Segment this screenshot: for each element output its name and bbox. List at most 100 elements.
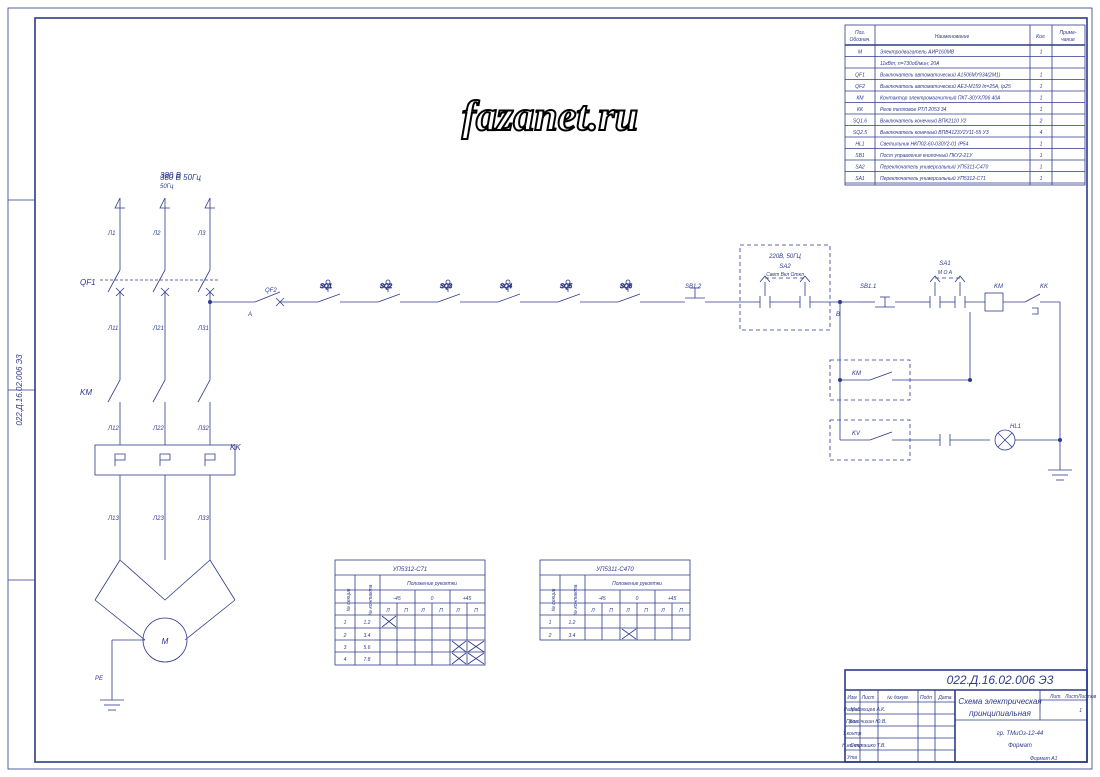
svg-text:№ контакта: № контакта (368, 584, 374, 615)
svg-text:Обознач.: Обознач. (850, 37, 871, 43)
svg-text:4: 4 (344, 657, 347, 663)
svg-text:Л3: Л3 (197, 231, 206, 237)
svg-text:Положение рукоятки: Положение рукоятки (612, 581, 662, 587)
svg-text:Кол.: Кол. (1036, 34, 1046, 40)
svg-text:УП5312-С71: УП5312-С71 (392, 567, 428, 573)
svg-text:1: 1 (1040, 165, 1043, 171)
svg-text:В: В (836, 312, 840, 318)
svg-text:М О А: М О А (938, 270, 953, 276)
svg-text:KK: KK (230, 443, 241, 452)
svg-text:KM: KM (80, 388, 92, 397)
svg-text:Т.контр: Т.контр (843, 731, 862, 737)
svg-text:Контактор электромагнитный ПКТ: Контактор электромагнитный ПКТ-30УХЛ06 4… (880, 95, 1001, 102)
svg-text:М: М (858, 50, 863, 56)
svg-text:П: П (644, 608, 648, 614)
ground-icon (100, 700, 124, 710)
svg-text:50Гц: 50Гц (160, 184, 174, 190)
svg-text:1.2: 1.2 (569, 620, 576, 626)
switch-table-1: УП5312-С71 Положение рукоятки -450+45 ЛП… (335, 560, 485, 665)
svg-text:П: П (404, 608, 408, 614)
svg-text:Л11: Л11 (107, 326, 118, 332)
svg-text:1: 1 (1040, 50, 1043, 56)
svg-text:Светильник НКП02-60-030У2-01 I: Светильник НКП02-60-030У2-01 IP54 (880, 142, 969, 148)
svg-text:П: П (474, 608, 478, 614)
svg-text:QF1: QF1 (855, 73, 865, 79)
svg-text:Л21: Л21 (152, 326, 164, 332)
svg-text:№ секции: № секции (346, 588, 352, 611)
svg-text:Л1: Л1 (107, 231, 115, 237)
svg-text:SB1.1: SB1.1 (860, 284, 876, 290)
svg-text:2: 2 (1039, 119, 1043, 125)
svg-text:SA2: SA2 (855, 165, 865, 171)
svg-text:QF2: QF2 (265, 288, 277, 294)
svg-text:2: 2 (548, 633, 552, 639)
svg-text:1: 1 (549, 620, 552, 626)
svg-text:KM: KM (852, 371, 861, 377)
svg-text:А: А (247, 312, 252, 318)
svg-text:SB1.2: SB1.2 (685, 284, 702, 290)
svg-text:Переключатель универсальный УП: Переключатель универсальный УП5312-С71 (880, 175, 986, 182)
side-number: 022.Д.16.02.006 Э3 (15, 354, 24, 426)
svg-text:HL1: HL1 (855, 142, 864, 148)
svg-text:5.6: 5.6 (364, 645, 371, 651)
switch-table-2: УП5311-С470 Положение рукоятки -450+45 Л… (540, 560, 690, 640)
km-coil (985, 293, 1003, 311)
motor-symbol: М (95, 560, 235, 662)
svg-text:Дата: Дата (937, 695, 951, 701)
svg-text:Лист: Лист (1064, 694, 1078, 700)
svg-text:1: 1 (1040, 107, 1043, 113)
svg-text:1: 1 (1040, 96, 1043, 102)
svg-text:Лист: Лист (861, 695, 875, 701)
svg-text:Л: Л (420, 608, 425, 614)
bom-table: Поз.Обознач. Наименование Кол. Приме-чан… (845, 25, 1085, 185)
svg-text:№ контакта: № контакта (573, 584, 579, 615)
svg-text:Матющев А.К.: Матющев А.К. (850, 707, 885, 713)
svg-text:Изм: Изм (847, 695, 857, 701)
svg-text:220В, 50ГЦ: 220В, 50ГЦ (768, 254, 801, 260)
svg-text:HL1: HL1 (1010, 424, 1021, 430)
svg-text:Л22: Л22 (152, 426, 164, 432)
svg-text:Л: Л (385, 608, 390, 614)
svg-text:Л: Л (590, 608, 595, 614)
svg-text:Формат А1: Формат А1 (1030, 756, 1058, 762)
svg-text:№ секции: № секции (551, 588, 557, 611)
svg-text:SA1: SA1 (939, 261, 950, 267)
svg-text:4: 4 (1040, 130, 1043, 136)
svg-text:Л: Л (660, 608, 665, 614)
svg-text:КК: КК (857, 107, 864, 113)
ground-icon-2 (1048, 470, 1072, 480)
sq3: SQ3 (420, 280, 480, 302)
svg-text:Л23: Л23 (152, 516, 164, 522)
svg-text:Переключатель универсальный УП: Переключатель универсальный УП5311-С470 (880, 164, 988, 171)
svg-text:принципиальная: принципиальная (969, 709, 1032, 718)
svg-text:SQ1: SQ1 (320, 284, 332, 290)
svg-text:3: 3 (344, 645, 347, 651)
control-circuit: А QF2 SQ1 SQ2 SQ3 SQ4 SQ5 SQ6 (208, 245, 1072, 480)
qf1-label: QF1 (80, 278, 96, 287)
svg-text:Л33: Л33 (197, 516, 209, 522)
svg-text:Л32: Л32 (197, 426, 209, 432)
svg-text:1: 1 (1040, 142, 1043, 148)
svg-text:SB1: SB1 (855, 153, 865, 159)
svg-text:1.2: 1.2 (364, 620, 371, 626)
svg-text:Выключатель автоматический А15: Выключатель автоматический А1506МУ934(2M… (880, 72, 1001, 79)
svg-text:QF2: QF2 (855, 84, 865, 90)
watermark: fazanet.ru (462, 94, 638, 140)
svg-text:Поз.: Поз. (855, 30, 865, 36)
svg-text:М: М (162, 637, 169, 646)
svg-text:Выключатель конечный ВПК2110 У: Выключатель конечный ВПК2110 У2 (880, 118, 967, 125)
svg-text:SQ4: SQ4 (500, 284, 513, 290)
svg-text:1: 1 (1040, 153, 1043, 159)
svg-text:Наименование: Наименование (935, 34, 970, 40)
svg-text:П: П (439, 608, 443, 614)
svg-text:SQ6: SQ6 (620, 284, 633, 290)
svg-text:КМ: КМ (856, 96, 864, 102)
sq1: SQ1 (300, 280, 360, 302)
svg-text:Формат: Формат (1008, 743, 1032, 749)
svg-text:1: 1 (344, 620, 347, 626)
svg-text:3.4: 3.4 (569, 633, 576, 639)
svg-text:Реле тепловое РТЛ 2053 34: Реле тепловое РТЛ 2053 34 (880, 107, 947, 113)
svg-text:Л: Л (455, 608, 460, 614)
svg-text:Утв: Утв (847, 755, 857, 761)
svg-text:Выключатель автоматический АЕ3: Выключатель автоматический АЕ3-М159 In=2… (880, 83, 1011, 90)
